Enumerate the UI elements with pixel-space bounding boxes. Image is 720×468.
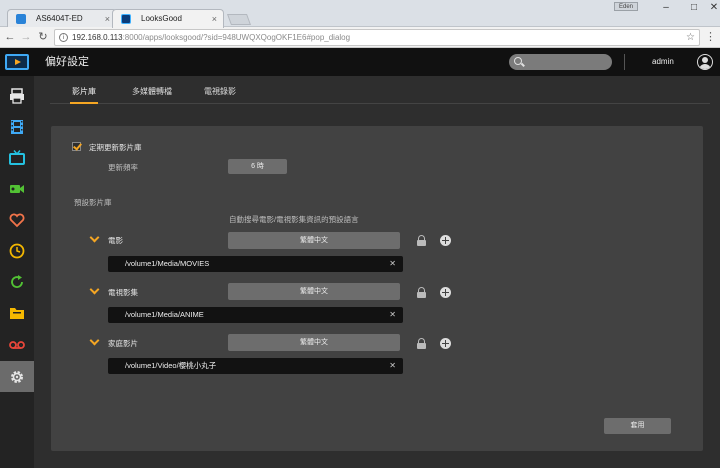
search-input[interactable]: [509, 54, 612, 70]
default-library-label: 預設影片庫: [74, 198, 112, 207]
folder-icon: [10, 307, 24, 319]
tab-tv-recording[interactable]: 電視錄影: [202, 84, 238, 104]
tab-close-icon[interactable]: ×: [212, 10, 217, 28]
lock-icon[interactable]: [417, 338, 426, 349]
tab-transcode[interactable]: 多媒體轉檔: [130, 84, 174, 104]
language-select[interactable]: 繁體中文: [228, 334, 400, 351]
app-header: 偏好設定 admin: [0, 48, 720, 76]
sidebar-item-favorites[interactable]: [0, 204, 34, 235]
clock-icon: [9, 243, 25, 258]
tape-icon: [9, 340, 25, 349]
tab-video-library[interactable]: 影片庫: [70, 84, 98, 104]
main-content: 影片庫 多媒體轉檔 電視錄影 定期更新影片庫 更新頻率 6 時 預設影片庫 自動…: [34, 76, 720, 468]
username-label[interactable]: admin: [652, 48, 674, 76]
sidebar-item-transcode[interactable]: [0, 266, 34, 297]
library-path-field[interactable]: /volume1/Media/MOVIES ✕: [108, 256, 403, 272]
sidebar-item-movies[interactable]: [0, 111, 34, 142]
sidebar-item-recording[interactable]: [0, 328, 34, 359]
chevron-down-icon[interactable]: [90, 338, 98, 346]
address-bar[interactable]: i 192.168.0.113:8000/apps/looksgood/?sid…: [54, 29, 700, 46]
add-folder-icon[interactable]: [440, 287, 451, 298]
sidebar-item-printer[interactable]: [0, 80, 34, 111]
library-path-text: /volume1/Media/ANIME: [125, 310, 204, 319]
heart-icon: [9, 213, 25, 227]
film-icon: [11, 119, 23, 134]
chevron-down-icon[interactable]: [90, 287, 98, 295]
language-select[interactable]: 繁體中文: [228, 283, 400, 300]
tv-icon: [9, 149, 25, 165]
settings-tabs: 影片庫 多媒體轉檔 電視錄影: [50, 84, 710, 104]
add-folder-icon[interactable]: [440, 338, 451, 349]
close-window-button[interactable]: ✕: [700, 0, 720, 16]
forward-button[interactable]: →: [19, 30, 33, 44]
browser-tab-looksgood[interactable]: LooksGood ×: [112, 9, 224, 28]
tab-close-icon[interactable]: ×: [105, 10, 110, 28]
info-icon[interactable]: i: [59, 33, 68, 42]
apply-button[interactable]: 套用: [604, 418, 671, 434]
library-path-field[interactable]: /volume1/Video/櫻桃小丸子 ✕: [108, 358, 403, 374]
sidebar-item-recent[interactable]: [0, 235, 34, 266]
bookmark-star-icon[interactable]: ☆: [686, 30, 695, 45]
lock-icon[interactable]: [417, 235, 426, 246]
sidebar-item-camcorder[interactable]: [0, 173, 34, 204]
looksgood-logo-icon[interactable]: [5, 54, 29, 70]
tab-title: LooksGood: [141, 14, 182, 23]
browser-tab-as6404t[interactable]: AS6404T-ED ×: [7, 9, 117, 28]
url-text: 192.168.0.113:8000/apps/looksgood/?sid=9…: [72, 33, 351, 42]
library-path-field[interactable]: /volume1/Media/ANIME ✕: [108, 307, 403, 323]
nas-favicon-icon: [16, 14, 26, 24]
sidebar-item-folders[interactable]: [0, 297, 34, 328]
header-divider: [624, 54, 625, 70]
back-button[interactable]: ←: [3, 30, 17, 44]
auto-update-label: 定期更新影片庫: [89, 143, 142, 152]
sidebar-item-tv[interactable]: [0, 142, 34, 173]
library-name: 電視影集: [108, 288, 138, 297]
looksgood-favicon-icon: [121, 14, 131, 24]
camcorder-icon: [10, 184, 24, 193]
lock-icon[interactable]: [417, 287, 426, 298]
language-select[interactable]: 繁體中文: [228, 232, 400, 249]
settings-panel: 定期更新影片庫 更新頻率 6 時 預設影片庫 自動搜尋電影/電視影集資訊的預設語…: [51, 126, 703, 451]
add-folder-icon[interactable]: [440, 235, 451, 246]
sidebar: [0, 76, 34, 468]
refresh-icon: [11, 274, 23, 288]
library-path-text: /volume1/Video/櫻桃小丸子: [125, 361, 217, 370]
library-name: 家庭影片: [108, 339, 138, 348]
gear-icon: [11, 370, 23, 383]
clear-path-icon[interactable]: ✕: [389, 358, 396, 374]
search-icon: [514, 57, 522, 65]
sidebar-item-settings[interactable]: [0, 361, 34, 392]
printer-icon: [10, 87, 24, 104]
library-path-text: /volume1/Media/MOVIES: [125, 259, 210, 268]
update-frequency-select[interactable]: 6 時: [228, 159, 287, 174]
language-column-header: 自動搜尋電影/電視影集資訊的預設語言: [229, 215, 359, 224]
clear-path-icon[interactable]: ✕: [389, 256, 396, 272]
clear-path-icon[interactable]: ✕: [389, 307, 396, 323]
update-frequency-label: 更新頻率: [108, 163, 138, 172]
library-name: 電影: [108, 236, 123, 245]
page-title: 偏好設定: [45, 56, 89, 68]
user-avatar-icon[interactable]: [697, 54, 713, 70]
browser-menu-button[interactable]: ⋮: [705, 30, 716, 44]
new-tab-button[interactable]: [226, 14, 252, 25]
browser-toolbar: ← → ↻ i 192.168.0.113:8000/apps/looksgoo…: [0, 27, 720, 48]
tab-title: AS6404T-ED: [36, 14, 83, 23]
minimize-button[interactable]: –: [652, 0, 680, 16]
reload-button[interactable]: ↻: [36, 30, 50, 44]
browser-tab-strip: AS6404T-ED × LooksGood × Eden – □ ✕: [0, 0, 720, 28]
window-user-badge: Eden: [614, 2, 638, 11]
chevron-down-icon[interactable]: [90, 235, 98, 243]
auto-update-checkbox[interactable]: [72, 142, 81, 151]
